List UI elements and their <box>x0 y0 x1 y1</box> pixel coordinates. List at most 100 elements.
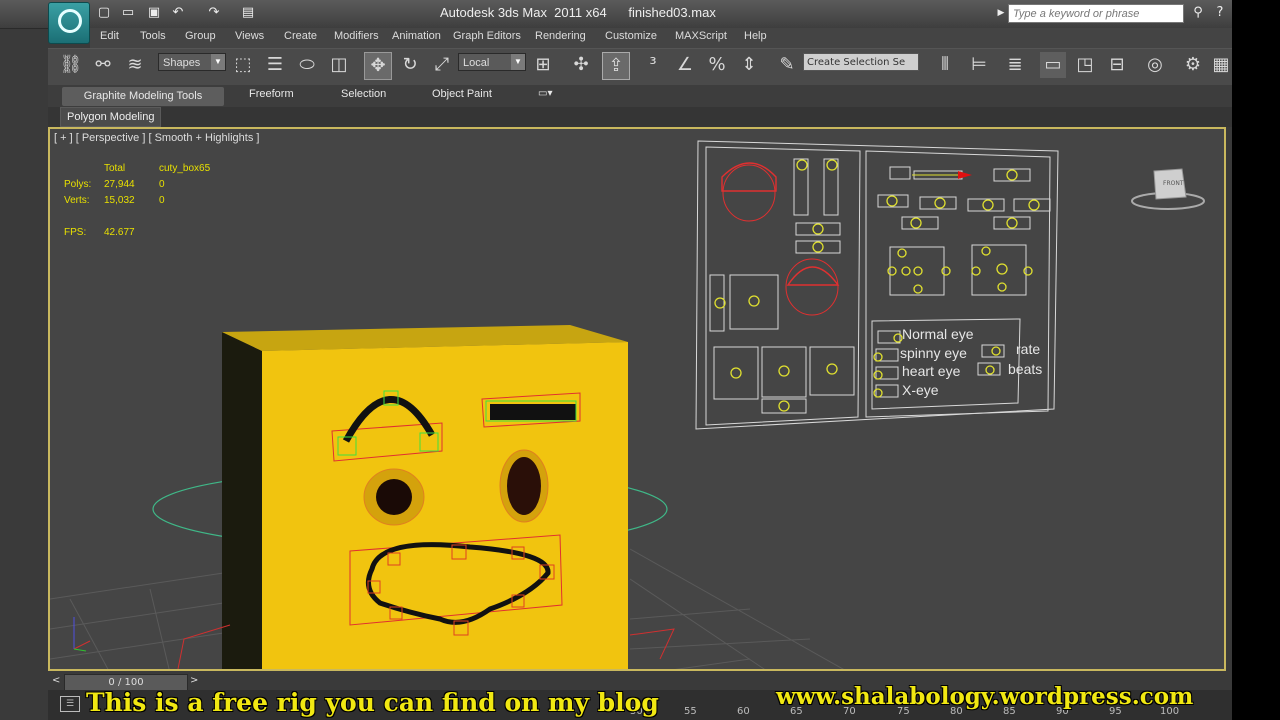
schematic-view-icon[interactable]: ⊟ <box>1104 52 1130 78</box>
search-input[interactable]: Type a keyword or phrase <box>1008 4 1184 23</box>
save-icon[interactable]: ▣ <box>146 5 162 21</box>
letterbox-bar <box>1232 0 1280 720</box>
track-tick: 60 <box>737 706 750 717</box>
stats-header-object: cuty_box65 <box>159 163 211 174</box>
keyboard-shortcut-icon[interactable]: ⇪ <box>602 52 630 80</box>
panel-label-x-eye: X-eye <box>902 382 939 398</box>
stats-polys-total: 27,944 <box>104 179 135 190</box>
curve-editor-icon[interactable]: ◳ <box>1072 52 1098 78</box>
viewport-scene <box>50 140 1205 669</box>
align-icon[interactable]: ⊨ <box>966 52 992 78</box>
selection-set-input[interactable]: Create Selection Se <box>803 53 919 71</box>
menu-create[interactable]: Create <box>284 30 317 42</box>
viewcube-label: FRONT <box>1163 180 1184 187</box>
selection-filter-dropdown[interactable]: Shapes ▼ <box>158 53 226 71</box>
floor-mark-right <box>629 628 675 660</box>
render-setup-icon[interactable]: ⚙ <box>1180 52 1206 78</box>
bind-spacewarp-icon[interactable]: ≋ <box>122 52 148 78</box>
ribbon-options-icon[interactable]: ▭▾ <box>538 88 552 99</box>
reference-coord-dropdown[interactable]: Local ▼ <box>458 53 526 71</box>
graphite-toggle-icon[interactable]: ▭ <box>1040 52 1066 78</box>
open-file-icon[interactable]: ▭ <box>120 5 136 21</box>
rig-panel-knobs[interactable] <box>714 159 1040 412</box>
rig-panel-slider-arrow[interactable] <box>958 171 972 179</box>
tab-graphite-modeling-tools[interactable]: Graphite Modeling Tools <box>62 87 224 106</box>
select-link-icon[interactable]: ⛓ <box>58 52 84 78</box>
angle-snap-icon[interactable]: ∠ <box>672 52 698 78</box>
select-object-icon[interactable]: ⬚ <box>230 52 256 78</box>
menu-help[interactable]: Help <box>744 30 767 42</box>
project-folder-icon[interactable]: ▤ <box>240 5 256 21</box>
perspective-viewport[interactable] <box>48 127 1226 671</box>
snaps-toggle-icon[interactable]: ³ <box>640 52 666 78</box>
scale-icon[interactable]: ⤢ <box>429 52 455 78</box>
ribbon-panel-bar <box>48 107 1232 127</box>
rig-panel-eye-l[interactable] <box>721 162 777 192</box>
edit-named-sets-icon[interactable]: ✎ <box>774 52 800 78</box>
stats-verts-label: Verts: <box>64 195 90 206</box>
pivot-icon[interactable]: ⊞ <box>530 52 556 78</box>
viewport-label[interactable]: [ + ] [ Perspective ] [ Smooth + Highlig… <box>54 132 259 144</box>
menu-modifiers[interactable]: Modifiers <box>334 30 379 42</box>
move-icon[interactable]: ✥ <box>364 52 392 80</box>
caption-left: This is a free rig you can find on my bl… <box>86 688 659 717</box>
window-title: Autodesk 3ds Max 2011 x64 finished03.max <box>440 5 716 20</box>
region-select-icon[interactable]: ⬭ <box>294 52 320 78</box>
tab-polygon-modeling[interactable]: Polygon Modeling <box>60 107 162 127</box>
panel-label-normal-eye: Normal eye <box>902 326 974 342</box>
app-window: ▢ ▭ ▣ ↶ ↷ ▤ Autodesk 3ds Max 2011 x64 fi… <box>0 0 1232 720</box>
spinner-snap-icon[interactable]: ⇕ <box>736 52 762 78</box>
axis-x <box>73 640 91 650</box>
rig-control-panel[interactable] <box>695 140 1059 430</box>
menu-edit[interactable]: Edit <box>100 30 119 42</box>
new-file-icon[interactable]: ▢ <box>96 5 112 21</box>
app-logo-icon[interactable] <box>48 2 90 44</box>
eye-right[interactable] <box>507 457 541 515</box>
box-left-face <box>222 332 262 669</box>
binoculars-icon[interactable]: ⚲ <box>1190 5 1206 21</box>
stats-verts-total: 15,032 <box>104 195 135 206</box>
menu-tools[interactable]: Tools <box>140 30 166 42</box>
rotate-icon[interactable]: ↻ <box>397 52 423 78</box>
render-frame-icon[interactable]: ▦ <box>1208 52 1232 78</box>
help-icon[interactable]: ? <box>1212 5 1228 21</box>
tab-object-paint[interactable]: Object Paint <box>432 88 492 100</box>
material-editor-icon[interactable]: ◎ <box>1142 52 1168 78</box>
panel-label-spinny-eye: spinny eye <box>900 345 967 361</box>
mini-curve-editor-icon[interactable]: ☰ <box>60 696 80 712</box>
caption-right: www.shalabology.wordpress.com <box>776 683 1194 710</box>
select-by-name-icon[interactable]: ☰ <box>262 52 288 78</box>
redo-icon[interactable]: ↷ <box>206 5 222 21</box>
track-tick: 55 <box>684 706 697 717</box>
tab-freeform[interactable]: Freeform <box>249 88 294 100</box>
stats-fps-value: 42.677 <box>104 227 135 238</box>
panel-label-heart-eye: heart eye <box>902 363 961 379</box>
eye-left[interactable] <box>376 479 412 515</box>
menu-group[interactable]: Group <box>185 30 216 42</box>
menu-customize[interactable]: Customize <box>605 30 657 42</box>
menu-rendering[interactable]: Rendering <box>535 30 586 42</box>
rig-panel-eye-r[interactable] <box>786 266 840 286</box>
mirror-icon[interactable]: ⫴ <box>932 52 958 78</box>
axis-y <box>73 648 87 652</box>
time-next-icon[interactable]: > <box>190 675 198 686</box>
panel-label-rate: rate <box>1016 341 1041 357</box>
menu-views[interactable]: Views <box>235 30 264 42</box>
menu-animation[interactable]: Animation <box>392 30 441 42</box>
time-prev-icon[interactable]: < <box>52 675 60 686</box>
stats-verts-object: 0 <box>159 195 165 206</box>
brow-right[interactable] <box>490 404 576 420</box>
menu-graph-editors[interactable]: Graph Editors <box>453 30 521 42</box>
menu-maxscript[interactable]: MAXScript <box>675 30 727 42</box>
layer-manager-icon[interactable]: ≣ <box>1002 52 1028 78</box>
ribbon-tabs <box>48 85 1232 107</box>
manipulate-icon[interactable]: ✣ <box>568 52 594 78</box>
undo-icon[interactable]: ↶ <box>170 5 186 21</box>
percent-snap-icon[interactable]: % <box>704 52 730 78</box>
stats-polys-object: 0 <box>159 179 165 190</box>
tab-selection[interactable]: Selection <box>341 88 386 100</box>
window-crossing-icon[interactable]: ◫ <box>326 52 352 78</box>
stats-polys-label: Polys: <box>64 179 92 190</box>
stats-header-total: Total <box>104 163 126 174</box>
unlink-icon[interactable]: ⚯ <box>90 52 116 78</box>
